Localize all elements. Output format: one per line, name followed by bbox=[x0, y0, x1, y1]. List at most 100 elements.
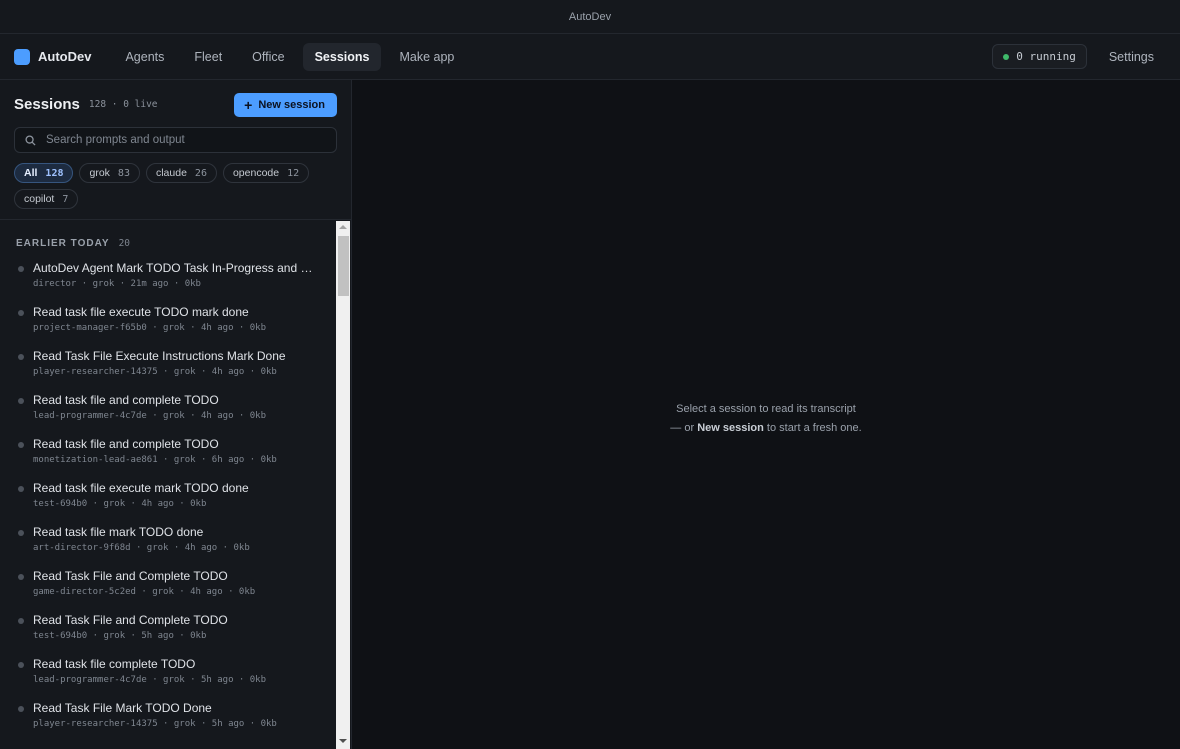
window-title: AutoDev bbox=[568, 10, 612, 23]
filter-chip-count: 7 bbox=[62, 193, 69, 205]
transcript-pane: Select a session to read its transcript … bbox=[352, 80, 1180, 749]
session-status-dot-icon bbox=[18, 530, 24, 536]
list-item[interactable]: Read task file and complete TODO lead-pro… bbox=[0, 393, 351, 437]
brand[interactable]: AutoDev bbox=[14, 48, 92, 65]
filter-chip-label: opencode bbox=[232, 167, 280, 179]
filter-chip-opencode[interactable]: opencode 12 bbox=[222, 163, 310, 183]
list-item-body: Read task file complete TODO lead-program… bbox=[33, 657, 313, 701]
sidebar-scrollbar[interactable] bbox=[336, 221, 350, 749]
list-item-body: Read Task File Execute Instructions Mark… bbox=[33, 349, 313, 393]
list-item[interactable]: Read task file execute mark TODO done tes… bbox=[0, 481, 351, 525]
session-status-dot-icon bbox=[18, 574, 24, 580]
empty-state-text: to start a fresh one. bbox=[766, 421, 862, 434]
session-title: Read task file and complete TODO bbox=[33, 393, 219, 407]
list-item[interactable]: Read task file mark TODO done art-directo… bbox=[0, 525, 351, 569]
list-item-body: Read Task File and Complete TODO game-dir… bbox=[33, 569, 313, 613]
list-item[interactable]: Read Task File and Complete TODO test-694… bbox=[0, 613, 351, 657]
group-header: EARLIER TODAY 20 bbox=[0, 238, 351, 249]
session-list[interactable]: EARLIER TODAY 20 AutoDev Agent Mark TODO… bbox=[0, 220, 351, 749]
running-count: 0 running bbox=[1016, 50, 1076, 63]
empty-state: Select a session to read its transcript … bbox=[670, 400, 861, 438]
scroll-up-arrow-icon[interactable] bbox=[339, 225, 347, 229]
session-title: Read Task File Execute Instructions Mark… bbox=[33, 349, 286, 363]
list-item[interactable]: Read task file execute TODO mark done pro… bbox=[0, 305, 351, 349]
session-meta: lead-programmer-4c7de · grok · 4h ago · … bbox=[33, 411, 266, 421]
session-status-dot-icon bbox=[18, 398, 24, 404]
list-item[interactable]: AutoDev Agent Mark TODO Task In-Progress… bbox=[0, 261, 351, 305]
plus-icon: + bbox=[244, 96, 253, 113]
tab-sessions[interactable]: Sessions bbox=[302, 42, 382, 71]
scroll-down-arrow-icon[interactable] bbox=[339, 739, 347, 743]
filter-chip-label: claude bbox=[155, 167, 187, 179]
sessions-sidebar: Sessions 128 · 0 live + New session All … bbox=[0, 80, 352, 749]
running-status-badge[interactable]: 0 running bbox=[992, 44, 1087, 69]
session-meta: lead-programmer-4c7de · grok · 5h ago · … bbox=[33, 675, 266, 685]
session-meta: game-director-5c2ed · grok · 4h ago · 0k… bbox=[33, 587, 256, 597]
session-title: Read task file mark TODO done bbox=[33, 525, 204, 539]
session-status-dot-icon bbox=[18, 354, 24, 360]
scrollbar-thumb[interactable] bbox=[338, 236, 349, 296]
group-count: 20 bbox=[118, 238, 131, 249]
session-title: Read Task File Mark TODO Done bbox=[33, 701, 212, 715]
list-item-body: AutoDev Agent Mark TODO Task In-Progress… bbox=[33, 261, 313, 305]
sidebar-title-row: Sessions 128 · 0 live + New session bbox=[14, 92, 337, 117]
search-input[interactable] bbox=[46, 134, 326, 146]
brand-name: AutoDev bbox=[38, 49, 92, 64]
session-status-dot-icon bbox=[18, 662, 24, 668]
session-meta: art-director-9f68d · grok · 4h ago · 0kb bbox=[33, 543, 250, 553]
list-item[interactable]: Read task file and complete TODO monetiza… bbox=[0, 437, 351, 481]
list-item-body: Read Task File and Complete TODO test-694… bbox=[33, 613, 313, 657]
search-icon bbox=[25, 134, 36, 146]
list-item[interactable]: Read Task File Mark TODO Done player-rese… bbox=[0, 701, 351, 745]
session-title: Read task file complete TODO bbox=[33, 657, 196, 671]
tab-office[interactable]: Office bbox=[240, 43, 296, 71]
sidebar-header: Sessions 128 · 0 live + New session All … bbox=[0, 80, 351, 220]
session-title: AutoDev Agent Mark TODO Task In-Progress… bbox=[33, 261, 313, 275]
filter-chip-grok[interactable]: grok 83 bbox=[79, 163, 140, 183]
sessions-count: 128 · 0 live bbox=[88, 99, 158, 110]
empty-state-line: Select a session to read its transcript bbox=[676, 402, 856, 415]
filter-chip-count: 83 bbox=[117, 167, 130, 179]
list-item-body: Read task file and complete TODO monetiza… bbox=[33, 437, 313, 481]
list-item-body: Read task file mark TODO done art-directo… bbox=[33, 525, 313, 569]
search-box[interactable] bbox=[14, 127, 337, 153]
list-item[interactable]: Read Task File Execute Instructions Mark… bbox=[0, 349, 351, 393]
session-title: Read Task File and Complete TODO bbox=[33, 569, 228, 583]
session-status-dot-icon bbox=[18, 618, 24, 624]
new-session-button[interactable]: + New session bbox=[234, 92, 337, 117]
empty-state-new-session[interactable]: New session bbox=[697, 422, 764, 434]
new-session-label: New session bbox=[258, 98, 325, 111]
list-item-body: Read task file and complete TODO lead-pro… bbox=[33, 393, 313, 437]
list-item-body: Read task file execute mark TODO done tes… bbox=[33, 481, 313, 525]
session-meta: project-manager-f65b0 · grok · 4h ago · … bbox=[33, 323, 266, 333]
brand-logo-icon bbox=[14, 48, 30, 65]
session-title: Read task file execute mark TODO done bbox=[33, 481, 249, 495]
session-meta: director · grok · 21m ago · 0kb bbox=[33, 279, 201, 289]
filter-chips: All 128 grok 83 claude 26 opencode 12 co… bbox=[14, 163, 337, 209]
filter-chip-label: All bbox=[24, 167, 38, 179]
tab-make-app[interactable]: Make app bbox=[387, 43, 466, 71]
filter-chip-count: 128 bbox=[45, 167, 64, 179]
session-items: AutoDev Agent Mark TODO Task In-Progress… bbox=[0, 261, 351, 745]
group-title: EARLIER TODAY bbox=[16, 238, 110, 249]
session-title: Read Task File and Complete TODO bbox=[33, 613, 228, 627]
session-title: Read task file and complete TODO bbox=[33, 437, 219, 451]
list-item[interactable]: Read Task File and Complete TODO game-dir… bbox=[0, 569, 351, 613]
filter-chip-copilot[interactable]: copilot 7 bbox=[14, 189, 79, 209]
session-meta: player-researcher-14375 · grok · 4h ago … bbox=[33, 367, 277, 377]
session-status-dot-icon bbox=[18, 310, 24, 316]
status-dot-icon bbox=[1003, 53, 1010, 60]
filter-chip-label: grok bbox=[89, 167, 110, 179]
settings-link[interactable]: Settings bbox=[1097, 43, 1166, 71]
session-meta: test-694b0 · grok · 5h ago · 0kb bbox=[33, 631, 207, 641]
tab-agents[interactable]: Agents bbox=[113, 43, 176, 71]
filter-chip-claude[interactable]: claude 26 bbox=[145, 163, 217, 183]
list-item[interactable]: Read task file complete TODO lead-program… bbox=[0, 657, 351, 701]
tab-fleet[interactable]: Fleet bbox=[182, 43, 234, 71]
list-item-body: Read task file execute TODO mark done pro… bbox=[33, 305, 313, 349]
session-status-dot-icon bbox=[18, 486, 24, 492]
filter-chip-all[interactable]: All 128 bbox=[14, 163, 74, 183]
session-meta: monetization-lead-ae861 · grok · 6h ago … bbox=[33, 455, 277, 465]
window-titlebar: AutoDev bbox=[0, 0, 1180, 34]
filter-chip-label: copilot bbox=[24, 193, 55, 205]
